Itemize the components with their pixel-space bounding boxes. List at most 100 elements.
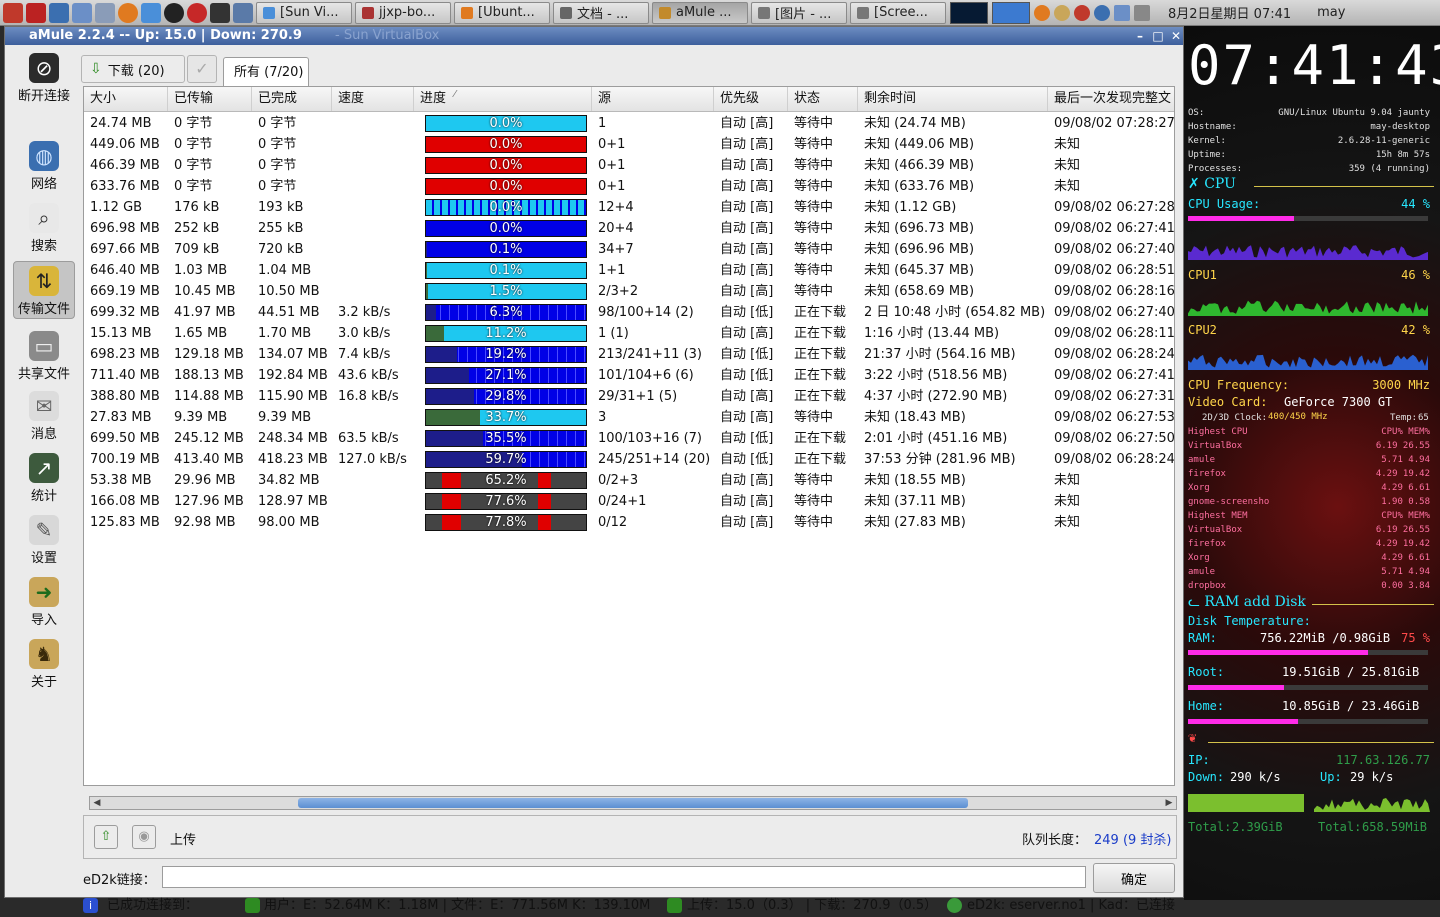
sidebar-item[interactable]: ✎设置	[13, 511, 75, 569]
download-cell-size: 698.23 MB	[84, 344, 168, 365]
download-row[interactable]: 166.08 MB127.96 MB128.97 MB0/24+1自动 [高]等…	[84, 491, 1175, 512]
taskbar-button[interactable]: [图片 - ...	[751, 2, 847, 24]
firefox-tray-icon[interactable]	[1034, 5, 1050, 21]
download-row[interactable]: 27.83 MB9.39 MB9.39 MB3自动 [高]等待中未知 (18.4…	[84, 407, 1175, 428]
network-launcher-icon[interactable]	[233, 3, 253, 23]
task-label: 文档 - ...	[577, 3, 628, 22]
download-row[interactable]: 698.23 MB129.18 MB134.07 MB7.4 kB/s213/2…	[84, 344, 1175, 365]
horizontal-scrollbar[interactable]: ◀ ▶	[89, 796, 1177, 810]
download-row[interactable]: 633.76 MB0 字节0 字节0+1自动 [高]等待中未知 (633.76 …	[84, 176, 1175, 197]
download-row[interactable]: 711.40 MB188.13 MB192.84 MB43.6 kB/s101/…	[84, 365, 1175, 386]
download-cell-completed: 128.97 MB	[252, 491, 332, 512]
sidebar-item[interactable]: ▭共享文件	[13, 327, 75, 385]
window-titlebar[interactable]: aMule 2.2.4 -- Up: 15.0 | Down: 270.9 - …	[5, 27, 1183, 45]
download-cell-status: 正在下载	[788, 428, 858, 449]
record-tray-icon[interactable]	[1074, 5, 1090, 21]
sidebar-item[interactable]: ⇅传输文件	[13, 261, 75, 319]
opera-launcher-icon[interactable]	[187, 3, 207, 23]
virtualbox-launcher-icon[interactable]	[141, 3, 161, 23]
sidebar-item[interactable]: ⌕搜索	[13, 199, 75, 257]
download-row[interactable]: 24.74 MB0 字节0 字节1自动 [高]等待中未知 (24.74 MB)0…	[84, 113, 1175, 134]
dropbox-tray-icon[interactable]	[1094, 5, 1110, 21]
scroll-right-icon[interactable]: ▶	[1163, 797, 1175, 809]
sidebar-item[interactable]: ➜导入	[13, 573, 75, 631]
column-header[interactable]: 速度	[332, 87, 414, 111]
terminal-launcher-icon[interactable]	[210, 3, 230, 23]
sidebar-item[interactable]: ⊘断开连接	[13, 49, 75, 107]
download-row[interactable]: 699.50 MB245.12 MB248.34 MB63.5 kB/s100/…	[84, 428, 1175, 449]
column-header[interactable]: 剩余时间	[858, 87, 1048, 111]
taskbar-button[interactable]: [Sun Vi...	[256, 2, 352, 24]
panel-clock[interactable]: 8月2日星期日 07:41	[1168, 3, 1291, 22]
conky-ram-label: RAM:	[1188, 631, 1217, 645]
column-header[interactable]: 最后一次发现完整文	[1048, 87, 1175, 111]
download-cell-sources: 213/241+11 (3)	[592, 344, 714, 365]
scroll-left-icon[interactable]: ◀	[91, 797, 103, 809]
photo-launcher-icon[interactable]	[49, 3, 69, 23]
download-row[interactable]: 646.40 MB1.03 MB1.04 MB1+1自动 [高]等待中未知 (6…	[84, 260, 1175, 281]
network-tray-icon[interactable]	[1114, 5, 1130, 21]
scrollbar-thumb[interactable]	[298, 798, 968, 808]
completed-filter-button[interactable]: ✓	[187, 55, 217, 83]
download-row[interactable]: 449.06 MB0 字节0 字节0+1自动 [高]等待中未知 (449.06 …	[84, 134, 1175, 155]
progress-percent: 29.8%	[426, 389, 586, 404]
download-list[interactable]: 大小已传输已完成速度进度源优先级状态剩余时间最后一次发现完整文⁄ 24.74 M…	[83, 86, 1175, 786]
taskbar-button[interactable]: aMule ...	[652, 2, 748, 24]
all-tab[interactable]: 所有 (7/20)	[223, 57, 309, 87]
conky-os-label: OS:	[1188, 108, 1204, 118]
firefox-launcher-icon[interactable]	[118, 3, 138, 23]
taskbar-button[interactable]: [Scree...	[850, 2, 946, 24]
sidebar-item[interactable]: ◍网络	[13, 137, 75, 195]
panel-user[interactable]: may	[1317, 5, 1345, 20]
ed2k-link-input[interactable]	[162, 866, 1086, 888]
taskbar-button[interactable]: jjxp-bo...	[355, 2, 451, 24]
download-row[interactable]: 696.98 MB252 kB255 kB20+4自动 [高]等待中未知 (69…	[84, 218, 1175, 239]
download-row[interactable]: 466.39 MB0 字节0 字节0+1自动 [高]等待中未知 (466.39 …	[84, 155, 1175, 176]
column-header[interactable]: 状态	[788, 87, 858, 111]
conky-processes: 359 (4 running)	[1349, 164, 1430, 174]
qq-launcher-icon[interactable]	[164, 3, 184, 23]
download-row[interactable]: 1.12 GB176 kB193 kB12+4自动 [高]等待中未知 (1.12…	[84, 197, 1175, 218]
download-row[interactable]: 15.13 MB1.65 MB1.70 MB3.0 kB/s1 (1)自动 [高…	[84, 323, 1175, 344]
system-menu-icon[interactable]	[3, 3, 23, 23]
conky-home: 10.85GiB / 23.46GiB	[1282, 699, 1419, 713]
sidebar-item[interactable]: ✉消息	[13, 387, 75, 445]
ed2k-ok-button[interactable]: 确定	[1093, 863, 1175, 893]
close-button[interactable]: ✕	[1169, 29, 1183, 43]
volume-tray-icon[interactable]	[1134, 5, 1150, 21]
filezilla-launcher-icon[interactable]	[26, 3, 46, 23]
download-cell-transferred: 188.13 MB	[168, 365, 252, 386]
sidebar-item[interactable]: ↗统计	[13, 449, 75, 507]
column-header[interactable]: 优先级	[714, 87, 788, 111]
downloads-tab[interactable]: ⇩ 下载 (20)	[81, 55, 185, 83]
taskbar-button[interactable]: 文档 - ...	[553, 2, 649, 24]
download-row[interactable]: 697.66 MB709 kB720 kB34+7自动 [高]等待中未知 (69…	[84, 239, 1175, 260]
download-cell-completed: 34.82 MB	[252, 470, 332, 491]
workspace-switcher[interactable]	[992, 2, 1030, 24]
column-header[interactable]: 已完成	[252, 87, 332, 111]
taskbar-button[interactable]: [Ubunt...	[454, 2, 550, 24]
desktop-launcher-icon[interactable]	[95, 3, 115, 23]
cpu-monitor-graph[interactable]	[950, 2, 988, 24]
clients-button[interactable]: ◉	[132, 825, 156, 849]
column-header[interactable]: 进度	[414, 87, 592, 111]
upload-toggle-button[interactable]: ⇧	[94, 825, 118, 849]
download-row[interactable]: 699.32 MB41.97 MB44.51 MB3.2 kB/s98/100+…	[84, 302, 1175, 323]
download-row[interactable]: 125.83 MB92.98 MB98.00 MB0/12自动 [高]等待中未知…	[84, 512, 1175, 533]
download-cell-remaining: 未知 (696.96 MB)	[858, 239, 1048, 260]
download-row[interactable]: 388.80 MB114.88 MB115.90 MB16.8 kB/s29/3…	[84, 386, 1175, 407]
download-cell-completed: 10.50 MB	[252, 281, 332, 302]
sidebar-item[interactable]: ♞关于	[13, 635, 75, 693]
download-row[interactable]: 669.19 MB10.45 MB10.50 MB2/3+2自动 [高]等待中未…	[84, 281, 1175, 302]
download-cell-status: 等待中	[788, 113, 858, 134]
mule-tray-icon[interactable]	[1054, 5, 1070, 21]
files-launcher-icon[interactable]	[72, 3, 92, 23]
download-row[interactable]: 700.19 MB413.40 MB418.23 MB127.0 kB/s245…	[84, 449, 1175, 470]
column-header[interactable]: 源	[592, 87, 714, 111]
column-header[interactable]: 已传输	[168, 87, 252, 111]
download-cell-transferred: 413.40 MB	[168, 449, 252, 470]
download-row[interactable]: 53.38 MB29.96 MB34.82 MB0/2+3自动 [高]等待中未知…	[84, 470, 1175, 491]
minimize-button[interactable]: –	[1133, 29, 1147, 43]
maximize-button[interactable]: □	[1151, 29, 1165, 43]
column-header[interactable]: 大小	[84, 87, 168, 111]
